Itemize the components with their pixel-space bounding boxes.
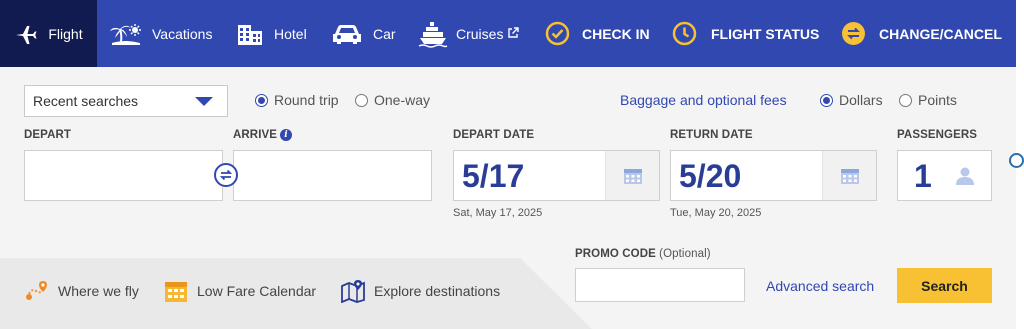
depart-label: DEPART bbox=[24, 129, 72, 141]
tab-vacations-label: Vacations bbox=[152, 25, 213, 42]
tab-vacations[interactable]: Vacations bbox=[108, 0, 212, 67]
arrive-label: ARRIVE bbox=[233, 129, 278, 142]
tab-hotel-label: Hotel bbox=[274, 25, 307, 42]
depart-input[interactable] bbox=[24, 150, 223, 201]
radio-selected-icon bbox=[255, 93, 268, 107]
return-date-label: RETURN DATE bbox=[670, 129, 753, 141]
swap-arrows-icon bbox=[219, 169, 233, 181]
change-cancel-label: CHANGE/CANCEL bbox=[879, 25, 1002, 42]
calendar-icon bbox=[164, 279, 188, 303]
checkin-link[interactable]: CHECK IN bbox=[545, 0, 650, 67]
one-way-label: One-way bbox=[374, 92, 431, 108]
flight-status-link[interactable]: FLIGHT STATUS bbox=[672, 0, 819, 67]
airplane-icon bbox=[14, 22, 38, 46]
depart-date-field[interactable]: 5/17 bbox=[453, 150, 660, 201]
depart-date-value: 5/17 bbox=[462, 158, 525, 194]
radio-selected-icon bbox=[820, 93, 833, 107]
arrive-input[interactable] bbox=[233, 150, 432, 201]
focus-ring-marker bbox=[1009, 153, 1024, 168]
person-icon bbox=[955, 166, 975, 191]
dollars-radio[interactable]: Dollars bbox=[820, 92, 883, 108]
one-way-radio[interactable]: One-way bbox=[355, 92, 430, 108]
baggage-fees-link[interactable]: Baggage and optional fees bbox=[620, 92, 787, 108]
hotel-building-icon bbox=[236, 21, 264, 47]
where-we-fly-link[interactable]: Where we fly bbox=[24, 279, 139, 303]
round-trip-radio[interactable]: Round trip bbox=[255, 92, 339, 108]
tab-flight[interactable]: Flight bbox=[0, 0, 97, 67]
calendar-icon[interactable] bbox=[605, 151, 659, 200]
clock-icon bbox=[672, 21, 697, 46]
passengers-label: PASSENGERS bbox=[897, 129, 978, 141]
return-date-value: 5/20 bbox=[679, 158, 742, 194]
recent-searches-label: Recent searches bbox=[33, 93, 139, 109]
promo-label: PROMO CODE bbox=[575, 248, 656, 260]
recent-searches-dropdown[interactable]: Recent searches bbox=[24, 85, 228, 117]
promo-label-row: PROMO CODE (Optional) bbox=[575, 248, 711, 260]
low-fare-calendar-link[interactable]: Low Fare Calendar bbox=[164, 279, 316, 303]
tab-cruises-label: Cruises bbox=[456, 25, 504, 42]
swap-arrows-circle-icon bbox=[841, 21, 866, 46]
points-radio[interactable]: Points bbox=[899, 92, 957, 108]
tab-car-label: Car bbox=[373, 25, 396, 42]
passengers-value: 1 bbox=[914, 158, 932, 194]
tab-cruises[interactable]: Cruises bbox=[418, 0, 520, 67]
change-cancel-link[interactable]: CHANGE/CANCEL bbox=[841, 0, 1002, 67]
booking-widget: Flight Vacations Hotel Car Cruises CHECK… bbox=[0, 0, 1024, 329]
advanced-search-link[interactable]: Advanced search bbox=[766, 278, 874, 294]
search-button[interactable]: Search bbox=[897, 268, 992, 303]
radio-unselected-icon bbox=[355, 93, 368, 107]
calendar-icon[interactable] bbox=[822, 151, 876, 200]
dollars-label: Dollars bbox=[839, 92, 883, 108]
where-we-fly-label: Where we fly bbox=[58, 283, 139, 299]
explore-destinations-link[interactable]: Explore destinations bbox=[341, 279, 500, 303]
tab-flight-label: Flight bbox=[48, 25, 83, 42]
route-map-icon bbox=[24, 279, 49, 303]
return-date-field[interactable]: 5/20 bbox=[670, 150, 877, 201]
return-date-full: Tue, May 20, 2025 bbox=[670, 207, 762, 219]
round-trip-label: Round trip bbox=[274, 92, 339, 108]
depart-date-full: Sat, May 17, 2025 bbox=[453, 207, 543, 219]
top-nav: Flight Vacations Hotel Car Cruises CHECK… bbox=[0, 0, 1016, 67]
palm-tree-icon bbox=[108, 21, 144, 47]
cruise-ship-icon bbox=[418, 20, 448, 48]
swap-airports-button[interactable] bbox=[214, 163, 238, 187]
info-icon[interactable]: i bbox=[280, 129, 293, 141]
checkmark-circle-icon bbox=[545, 21, 570, 46]
low-fare-calendar-label: Low Fare Calendar bbox=[197, 283, 317, 299]
explore-destinations-label: Explore destinations bbox=[374, 283, 501, 299]
passengers-field[interactable]: 1 bbox=[897, 150, 992, 201]
radio-unselected-icon bbox=[899, 93, 912, 107]
external-link-icon bbox=[507, 26, 520, 42]
promo-code-input[interactable] bbox=[575, 268, 745, 302]
tab-hotel[interactable]: Hotel bbox=[236, 0, 307, 67]
chevron-down-icon bbox=[195, 97, 213, 106]
points-label: Points bbox=[918, 92, 957, 108]
checkin-label: CHECK IN bbox=[582, 25, 650, 42]
flight-status-label: FLIGHT STATUS bbox=[711, 25, 820, 42]
car-icon bbox=[331, 22, 363, 46]
arrive-label-row: ARRIVE i bbox=[233, 129, 293, 142]
map-pin-icon bbox=[341, 279, 365, 303]
promo-optional-label: (Optional) bbox=[659, 248, 711, 260]
depart-date-label: DEPART DATE bbox=[453, 129, 535, 141]
tab-car[interactable]: Car bbox=[331, 0, 396, 67]
